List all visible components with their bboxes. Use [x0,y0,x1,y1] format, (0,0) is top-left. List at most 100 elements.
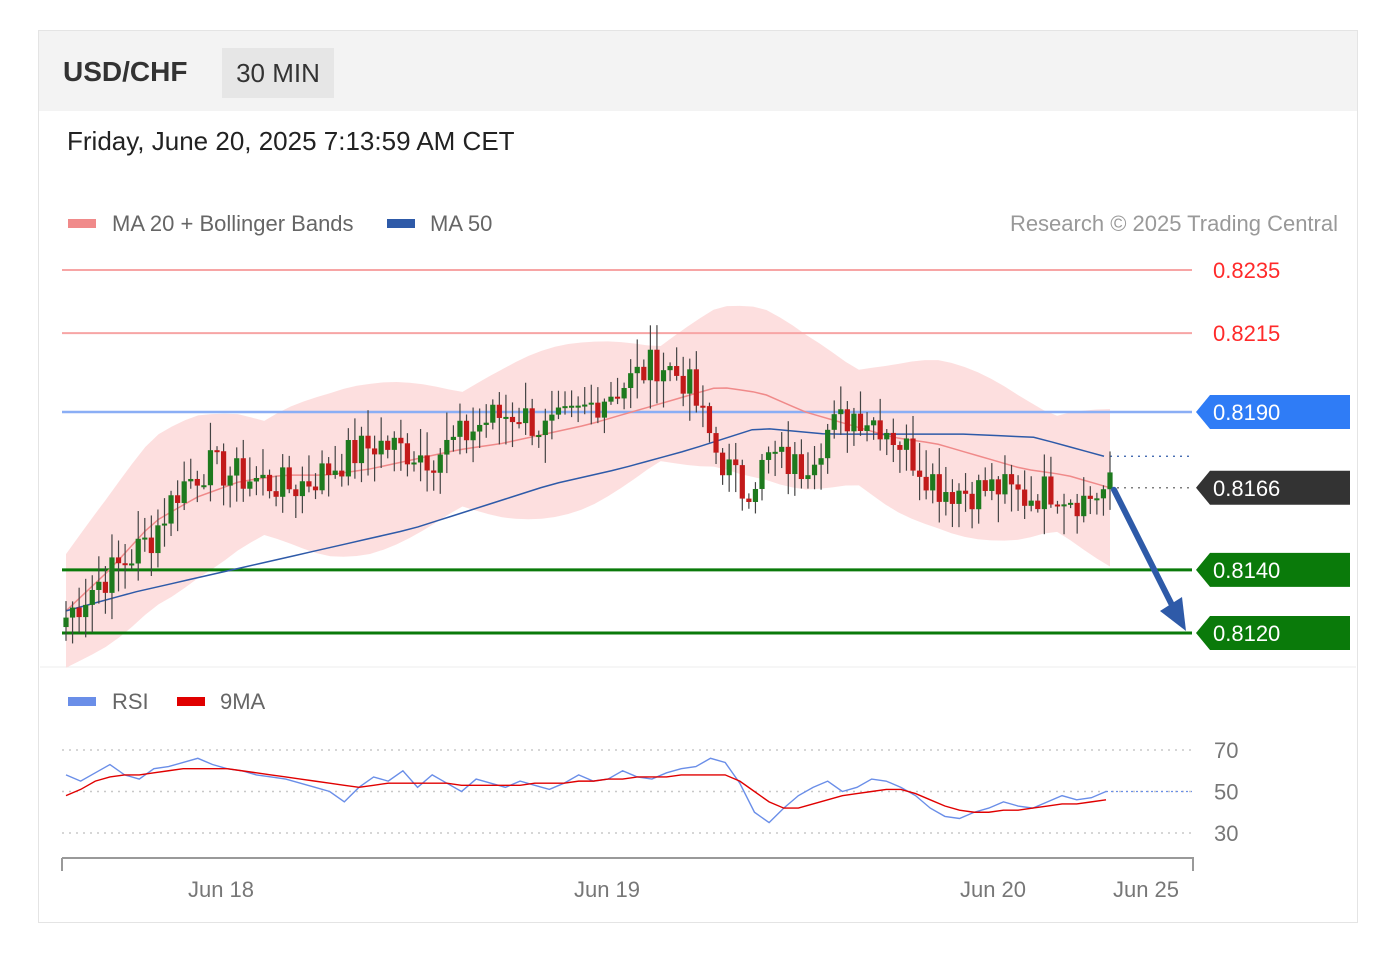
candle-body [89,589,95,605]
candle-body [759,459,765,489]
candle-body [1107,472,1113,490]
candle-body [877,420,883,440]
candle-body [1015,484,1021,490]
candle-body [680,375,686,394]
candle-body [326,463,332,475]
x-tick-label: Jun 19 [574,877,640,902]
candle-body [194,478,200,486]
candle-body [765,452,772,460]
candle-body [207,450,214,486]
ma50-legend-label: MA 50 [430,211,492,236]
candle-body [391,437,397,450]
candle-body [411,462,417,465]
forecast-arrow-shaft [1111,486,1179,616]
candle-body [69,607,76,618]
candle-body [76,607,82,618]
candle-body [273,491,279,497]
candle-body [595,402,601,418]
forecast-arrow [1111,486,1186,631]
candle-body [293,489,299,497]
rsi-panel: 70 50 30 [62,738,1238,846]
candle-body [417,455,424,463]
candle-body [240,458,246,489]
candle-body [884,432,890,440]
candle-body [825,429,831,459]
candle-body [936,474,942,502]
candle-body [575,405,581,408]
candle-body [220,451,227,486]
x-tick-label: Jun 25 [1113,877,1179,902]
candle-body [693,369,699,406]
candle-body [916,470,923,477]
candle-body [339,470,345,477]
candle-body [142,537,148,540]
candle-body [201,485,207,488]
price-tag-label: 0.8190 [1213,400,1280,425]
rsi-tick-label: 50 [1214,780,1238,805]
candle-body [1035,500,1041,510]
candle-body [779,446,785,452]
ma50-legend-swatch [387,219,415,228]
candle-body [332,470,338,475]
candle-body [175,495,181,503]
price-tag-label: 0.8215 [1213,321,1280,346]
level-tags: 0.8235 0.8215 0.8190 0.8166 0.8140 0.8120 [1196,258,1350,650]
candle-body [838,409,844,415]
candle-body [345,440,351,477]
candle-body [444,439,450,455]
candle-body [63,617,69,628]
candle-body [726,459,732,476]
candle-body [871,420,877,426]
candle-body [1054,504,1061,507]
candle-body [365,435,371,449]
candle-body [805,475,811,480]
ma20-legend-swatch [68,219,96,228]
candle-body [1008,474,1015,485]
x-axis: Jun 18 Jun 19 Jun 20 Jun 25 [61,857,1194,902]
ma20-legend-label: MA 20 + Bollinger Bands [112,211,354,236]
candle-body [982,480,988,491]
candle-body [555,407,562,415]
candle-body [1081,495,1087,517]
candle-body [358,435,365,464]
candle-body [227,475,233,486]
candle-body [746,498,752,502]
candle-body [720,452,726,476]
candle-body [989,479,995,491]
candle-body [1068,502,1074,505]
candle-body [641,366,647,381]
rsi-tick-label: 70 [1214,738,1238,763]
candle-body [956,490,962,504]
candle-body [962,490,969,494]
candle-body [319,463,325,491]
candle-body [568,405,575,408]
candle-body [739,465,745,499]
candle-body [1087,495,1093,499]
candle-body [890,432,896,446]
candle-body [818,458,824,465]
candle-body [1028,500,1034,506]
rsi-tick-label: 30 [1214,821,1238,846]
candle-body [857,413,864,431]
candle-body [122,563,128,566]
rsi-ma9-line [65,767,1107,813]
candle-body [529,408,535,436]
candle-body [299,481,305,497]
candle-body [798,454,804,480]
candle-body [601,401,608,418]
candle-body [667,366,673,371]
candle-body [247,481,253,489]
candle-body [214,450,220,453]
candle-body [83,604,89,618]
candle-body [96,581,102,590]
candle-body [588,402,594,405]
candle-body [608,396,614,402]
candle-body [135,538,141,564]
candle-body [634,366,640,374]
candle-body [260,474,266,478]
candle-body [844,409,850,432]
candle-body [372,448,378,455]
candle-body [352,440,358,464]
candle-body [102,581,108,593]
candle-body [280,467,286,497]
